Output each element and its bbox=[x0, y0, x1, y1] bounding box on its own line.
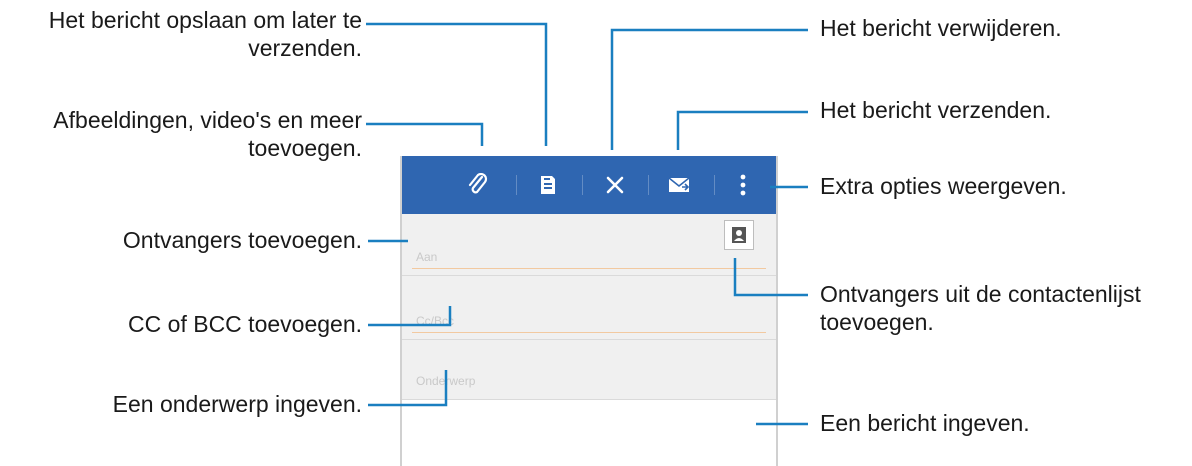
save-callout-line2: verzenden. bbox=[248, 35, 362, 61]
save-callout-line bbox=[366, 22, 548, 146]
attach-callout-line1: Afbeeldingen, video's en meer bbox=[53, 107, 362, 133]
ccbcc-callout: CC of BCC toevoegen. bbox=[128, 311, 362, 337]
delete-callout-line bbox=[610, 28, 808, 150]
annotated-screenshot: Aan Cc/Bcc Onderwerp Het bericht opslaan… bbox=[0, 0, 1192, 466]
save-callout: Het bericht opslaan om later te verzende… bbox=[49, 6, 362, 62]
subject-callout: Een onderwerp ingeven. bbox=[112, 391, 362, 417]
delete-callout: Het bericht verwijderen. bbox=[820, 15, 1062, 41]
attach-callout-line2: toevoegen. bbox=[248, 135, 362, 161]
contacts-callout-line bbox=[733, 258, 808, 297]
contacts-callout: Ontvangers uit de contactenlijst toevoeg… bbox=[820, 280, 1141, 336]
more-callout: Extra opties weergeven. bbox=[820, 173, 1067, 199]
send-callout-line bbox=[676, 110, 808, 150]
send-callout: Het bericht verzenden. bbox=[820, 97, 1052, 123]
contacts-callout-line2: toevoegen. bbox=[820, 309, 934, 335]
ccbcc-callout-line bbox=[368, 306, 452, 327]
attach-callout-line bbox=[366, 122, 484, 146]
contacts-callout-line1: Ontvangers uit de contactenlijst bbox=[820, 281, 1141, 307]
body-callout: Een bericht ingeven. bbox=[820, 410, 1030, 436]
save-callout-line1: Het bericht opslaan om later te bbox=[48, 7, 362, 33]
recipients-callout: Ontvangers toevoegen. bbox=[122, 227, 362, 253]
attach-callout: Afbeeldingen, video's en meer toevoegen. bbox=[53, 106, 362, 162]
subject-callout-line bbox=[368, 370, 448, 407]
